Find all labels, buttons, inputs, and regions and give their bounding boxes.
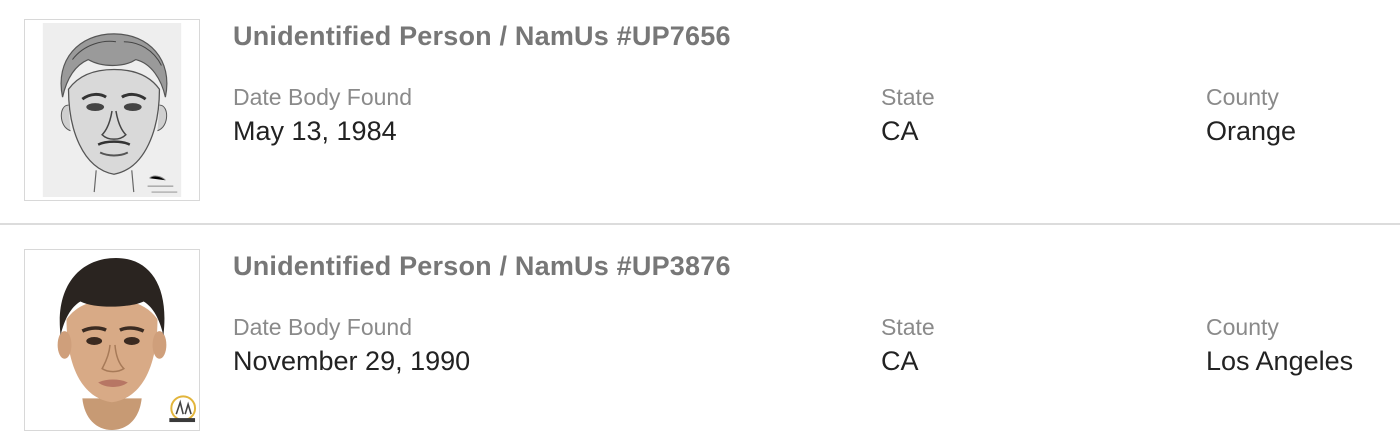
case-title[interactable]: Unidentified Person / NamUs #UP3876 xyxy=(233,251,731,282)
case-photo[interactable] xyxy=(24,249,200,431)
color-reconstruction-image xyxy=(25,250,199,430)
state-value: CA xyxy=(881,346,919,376)
county-value: Los Angeles xyxy=(1206,346,1354,376)
case-photo[interactable] xyxy=(24,19,200,201)
sketch-portrait-image xyxy=(25,20,199,200)
case-row[interactable]: Unidentified Person / NamUs #UP3876 Date… xyxy=(0,230,1400,440)
state-label: State xyxy=(881,314,935,340)
case-list: Unidentified Person / NamUs #UP7656 Date… xyxy=(0,0,1400,440)
county-label: County xyxy=(1206,84,1279,110)
county-label: County xyxy=(1206,314,1279,340)
county-value: Orange xyxy=(1206,116,1297,146)
date-body-found-value: May 13, 1984 xyxy=(233,116,397,146)
row-divider xyxy=(0,223,1400,225)
date-body-found-label: Date Body Found xyxy=(233,84,413,110)
date-body-found-label: Date Body Found xyxy=(233,314,413,340)
case-row[interactable]: Unidentified Person / NamUs #UP7656 Date… xyxy=(0,0,1400,210)
case-title[interactable]: Unidentified Person / NamUs #UP7656 xyxy=(233,21,731,52)
state-value: CA xyxy=(881,116,919,146)
state-label: State xyxy=(881,84,935,110)
date-body-found-value: November 29, 1990 xyxy=(233,346,471,376)
